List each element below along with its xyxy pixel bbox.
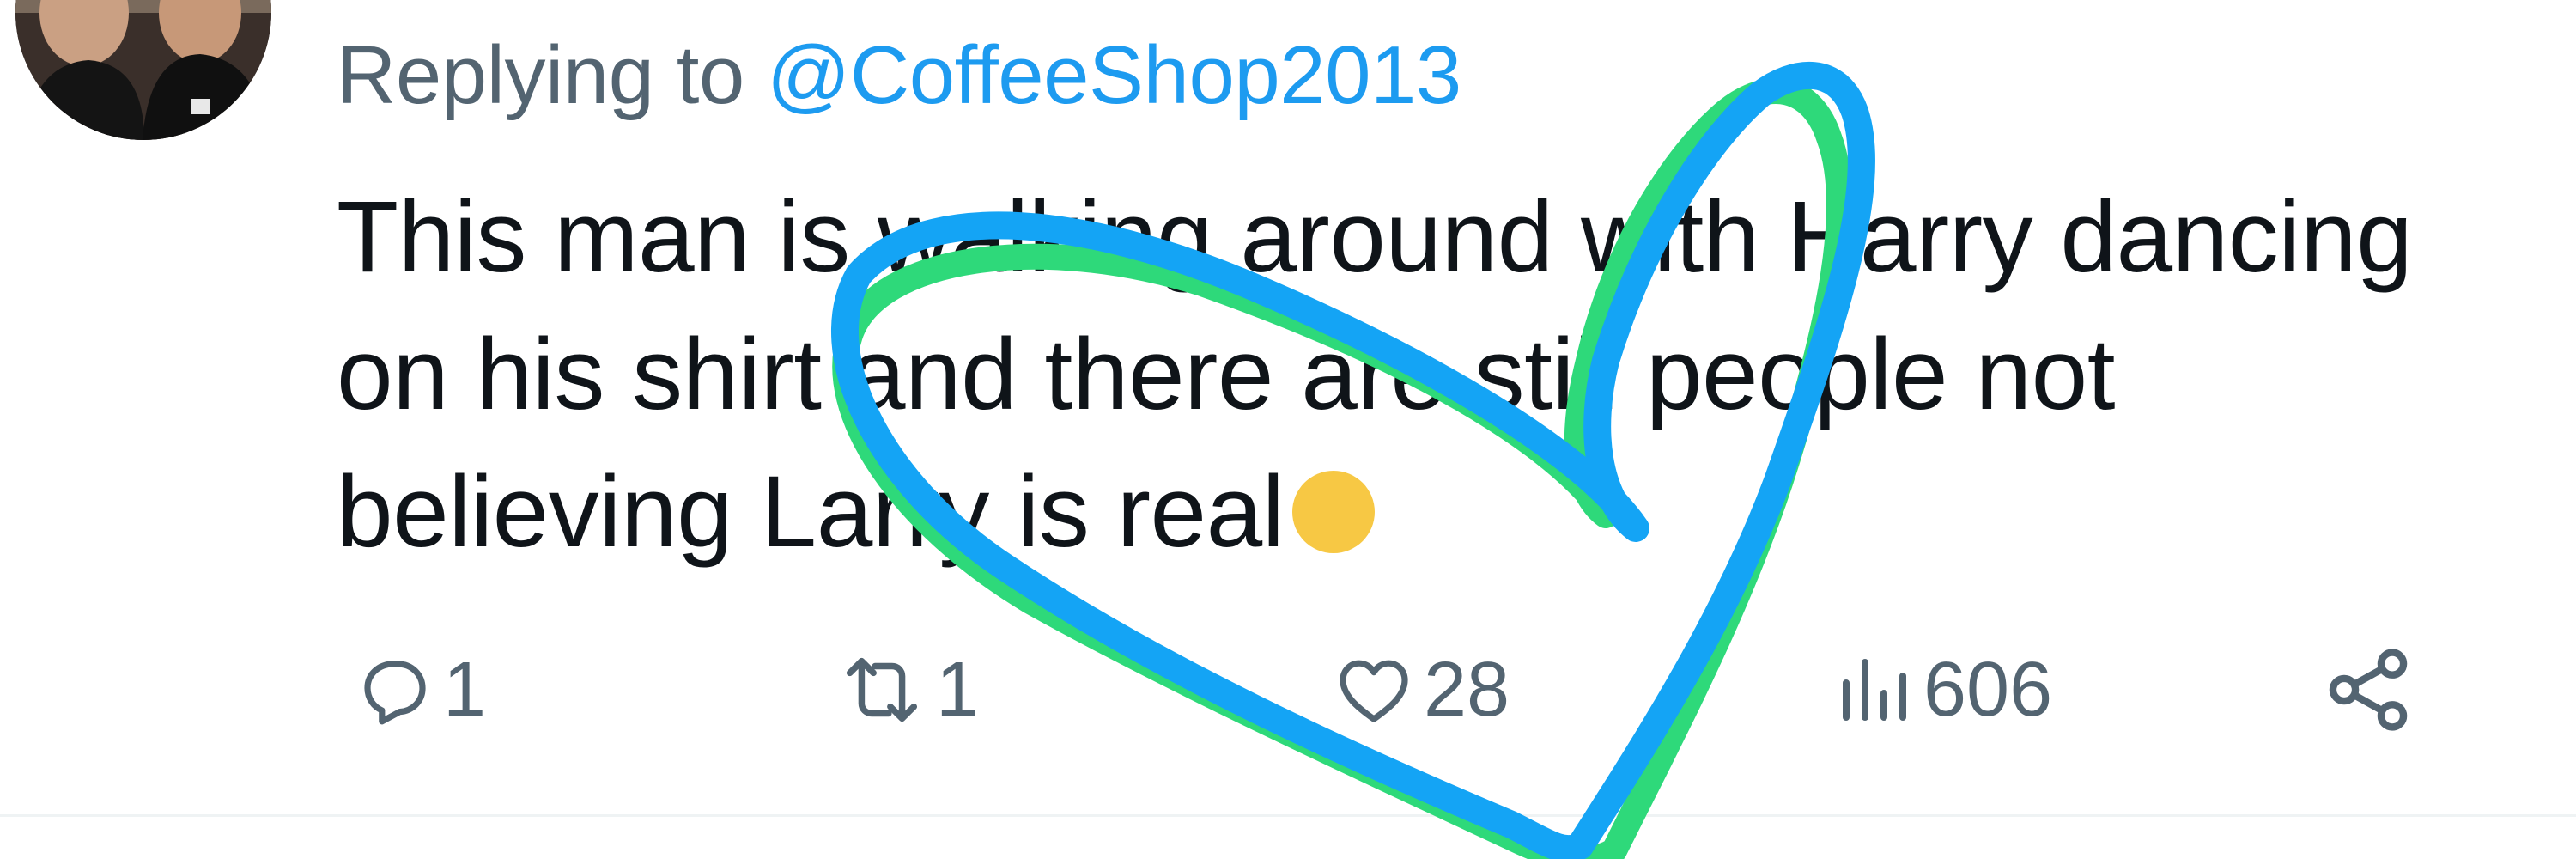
repost-icon [835,649,929,731]
views-icon [1831,649,1917,731]
divider [0,814,2576,817]
replying-to-line: Replying to @CoffeeShop2013 [337,24,1461,127]
heart-icon [1331,649,1417,731]
face-emoji-icon [1292,471,1376,553]
reply-button[interactable]: 1 [354,634,486,746]
avatar-photo [15,0,271,140]
repost-button[interactable]: 1 [835,634,979,746]
reply-count: 1 [443,647,487,733]
share-button[interactable] [2320,634,2416,746]
views-count: 606 [1923,647,2053,733]
tweet-text: This man is walking around with Harry da… [337,168,2500,581]
like-button[interactable]: 28 [1331,634,1510,746]
share-icon [2320,642,2416,738]
tweet-reply-view: Replying to @CoffeeShop2013 This man is … [0,0,2576,859]
like-count: 28 [1424,647,1510,733]
replying-to-label: Replying to [337,29,744,121]
avatar[interactable] [15,0,271,140]
tweet-actions: 1 1 28 606 [337,634,2440,746]
repost-count: 1 [936,647,980,733]
reply-handle-link[interactable]: @CoffeeShop2013 [767,29,1461,121]
views-button[interactable]: 606 [1831,634,2052,746]
reply-icon [354,649,436,731]
